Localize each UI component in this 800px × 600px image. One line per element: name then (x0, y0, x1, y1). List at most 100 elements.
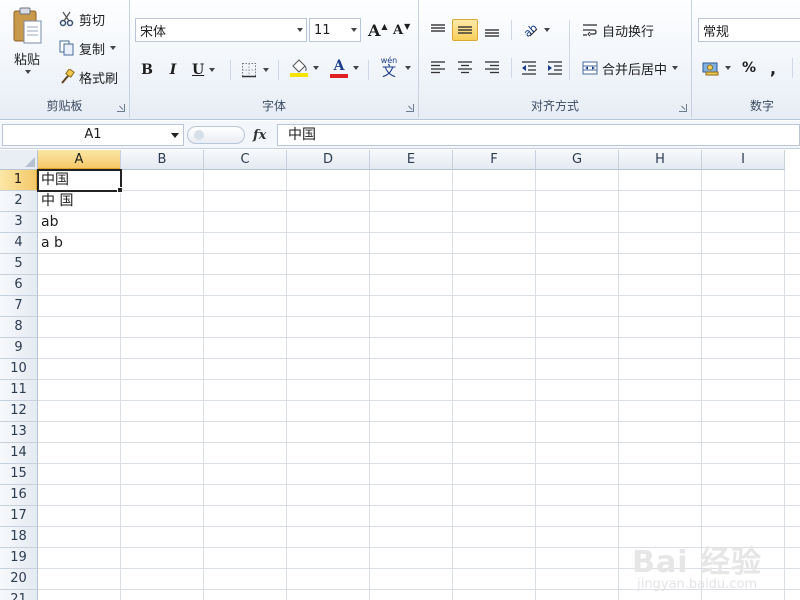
row-header-5[interactable]: 5 (0, 254, 38, 275)
number-format-value: 常规 (703, 24, 730, 40)
row-header-2[interactable]: 2 (0, 191, 38, 212)
number-group: 常规 % , 数字 (692, 0, 800, 118)
font-group: 宋体 11 A ▲ A ▼ B I U A wén 文 字体 (130, 0, 419, 118)
row-header-17[interactable]: 17 (0, 506, 38, 527)
row-header-4[interactable]: 4 (0, 233, 38, 254)
grow-font-icon: A (368, 20, 381, 40)
column-header-g[interactable]: G (536, 150, 619, 170)
font-name-value: 宋体 (140, 24, 167, 40)
row-header-14[interactable]: 14 (0, 443, 38, 464)
row-header-18[interactable]: 18 (0, 527, 38, 548)
copy-label: 复制 (79, 42, 106, 58)
row-header-9[interactable]: 9 (0, 338, 38, 359)
chevron-down-icon (25, 70, 31, 74)
row-header-16[interactable]: 16 (0, 485, 38, 506)
watermark-main: Bai 经验 (632, 545, 762, 580)
row-header-6[interactable]: 6 (0, 275, 38, 296)
formula-input[interactable]: 中国 (277, 124, 800, 146)
column-header-c[interactable]: C (204, 150, 287, 170)
alignment-group-label: 对齐方式 (530, 99, 579, 113)
borders-button[interactable] (236, 59, 273, 81)
align-center-button[interactable] (452, 57, 478, 79)
italic-icon: I (169, 62, 177, 78)
row-header-15[interactable]: 15 (0, 464, 38, 485)
italic-button[interactable]: I (162, 59, 184, 81)
column-header-d[interactable]: D (287, 150, 370, 170)
name-box-resize-handle[interactable] (187, 126, 245, 144)
font-name-select[interactable]: 宋体 (135, 18, 307, 42)
row-header-13[interactable]: 13 (0, 422, 38, 443)
cell-a2[interactable]: 中 国 (38, 191, 121, 212)
wrap-text-icon (581, 21, 599, 39)
bottom-align-button[interactable] (479, 19, 505, 41)
row-header-3[interactable]: 3 (0, 212, 38, 233)
ribbon: 粘贴 剪切 复制 格式刷 剪贴板 宋体 11 A ▲ A ▼ B I U A w… (0, 0, 800, 120)
chevron-down-icon (544, 28, 550, 32)
shrink-font-button[interactable]: A ▼ (390, 19, 413, 41)
column-header-f[interactable]: F (453, 150, 536, 170)
fill-color-button[interactable] (286, 57, 323, 79)
row-header-19[interactable]: 19 (0, 548, 38, 569)
cell-area[interactable]: 中国中 国 ab a b (38, 170, 800, 600)
row-header-20[interactable]: 20 (0, 569, 38, 590)
underline-button[interactable]: U (188, 59, 219, 81)
percent-style-button[interactable]: % (738, 57, 760, 79)
decrease-indent-icon (521, 59, 537, 77)
copy-button[interactable]: 复制 (54, 37, 120, 59)
align-right-button[interactable] (479, 57, 505, 79)
paste-button[interactable]: 粘贴 (4, 4, 50, 90)
middle-align-button[interactable] (452, 19, 478, 41)
bold-icon: B (141, 62, 153, 78)
cut-button[interactable]: 剪切 (54, 8, 109, 30)
decrease-indent-button[interactable] (517, 57, 541, 79)
wrap-text-label: 自动换行 (602, 24, 655, 40)
increase-indent-button[interactable] (543, 57, 567, 79)
column-header-e[interactable]: E (370, 150, 453, 170)
bold-button[interactable]: B (136, 59, 158, 81)
orientation-button[interactable]: ab (517, 19, 554, 41)
font-color-icon: A (330, 57, 348, 79)
insert-function-button[interactable]: fx (253, 128, 266, 143)
column-header-a[interactable]: A (38, 150, 121, 170)
paste-icon (10, 7, 44, 47)
column-header-i[interactable]: I (702, 150, 785, 170)
baidu-jingyan-watermark: Bai 经验 jingyan.baidu.com (632, 537, 762, 592)
wrap-text-button[interactable]: 自动换行 (577, 19, 658, 41)
row-header-1[interactable]: 1 (0, 170, 38, 191)
row-header-10[interactable]: 10 (0, 359, 38, 380)
alignment-dialog-launcher-icon[interactable] (679, 104, 687, 112)
row-header-8[interactable]: 8 (0, 317, 38, 338)
phonetic-guide-button[interactable]: wén 文 (374, 57, 415, 79)
align-center-icon (456, 59, 474, 77)
chevron-down-icon (405, 66, 411, 70)
chevron-down-icon (313, 66, 319, 70)
cell-a4[interactable]: a b (38, 233, 121, 254)
clipboard-dialog-launcher-icon[interactable] (117, 104, 125, 112)
font-dialog-launcher-icon[interactable] (406, 104, 414, 112)
align-left-button[interactable] (425, 57, 451, 79)
accounting-format-button[interactable] (698, 57, 735, 79)
align-middle-icon (456, 21, 474, 39)
comma-style-button[interactable]: , (766, 57, 780, 79)
row-header-11[interactable]: 11 (0, 380, 38, 401)
grow-font-button[interactable]: A ▲ (365, 19, 391, 41)
select-all-button[interactable] (0, 150, 38, 170)
row-header-7[interactable]: 7 (0, 296, 38, 317)
font-size-select[interactable]: 11 (309, 18, 361, 42)
row-header-12[interactable]: 12 (0, 401, 38, 422)
column-header-h[interactable]: H (619, 150, 702, 170)
name-box[interactable]: A1 (2, 124, 184, 146)
cell-a3[interactable]: ab (38, 212, 121, 233)
merge-center-button[interactable]: 合并后居中 (577, 57, 682, 79)
merge-cells-icon (581, 59, 599, 77)
watermark-sub: jingyan.baidu.com (637, 577, 758, 592)
increase-indent-icon (547, 59, 563, 77)
row-header-21[interactable]: 21 (0, 590, 38, 600)
format-painter-button[interactable]: 格式刷 (54, 66, 122, 88)
chevron-down-icon[interactable] (169, 125, 179, 145)
fill-handle[interactable] (117, 187, 123, 193)
top-align-button[interactable] (425, 19, 451, 41)
font-color-button[interactable]: A (326, 57, 363, 79)
number-format-select[interactable]: 常规 (698, 18, 800, 42)
column-header-b[interactable]: B (121, 150, 204, 170)
